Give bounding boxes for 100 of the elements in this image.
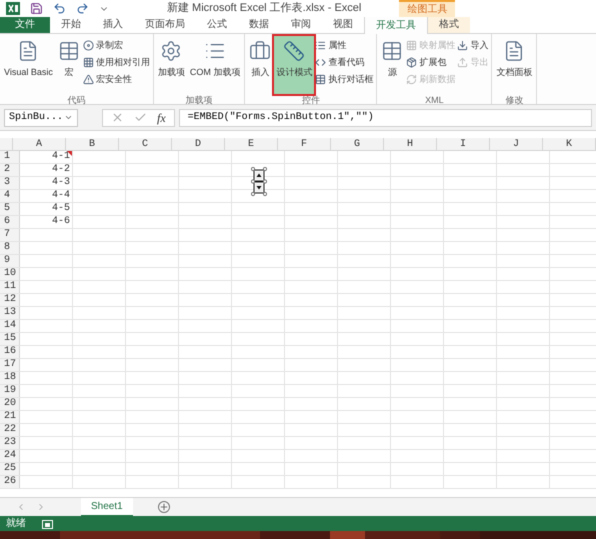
- ribbon-tab[interactable]: 审阅: [280, 16, 322, 33]
- ribbon-tab[interactable]: 公式: [196, 16, 238, 33]
- ribbon-button[interactable]: 设计模式: [274, 36, 314, 94]
- table-cell: 4-4: [52, 190, 70, 201]
- ribbon-tab[interactable]: 文件: [0, 16, 50, 33]
- row-header[interactable]: 6: [0, 216, 20, 228]
- formula-field[interactable]: =EMBED("Forms.SpinButton.1",""): [178, 108, 592, 126]
- column-header[interactable]: C: [119, 138, 172, 150]
- table-cell: 4-5: [52, 203, 70, 214]
- row-header[interactable]: 5: [0, 203, 20, 215]
- macro-record-icon[interactable]: [42, 518, 53, 528]
- ribbon-icon: [406, 74, 418, 85]
- row-header[interactable]: 12: [0, 294, 20, 306]
- ribbon-tab[interactable]: 开始: [50, 16, 92, 33]
- column-header[interactable]: G: [331, 138, 384, 150]
- ribbon-tab[interactable]: 页面布局: [134, 16, 196, 33]
- redo-icon[interactable]: [76, 2, 89, 15]
- row-header[interactable]: 11: [0, 281, 20, 293]
- table-cell: 4-3: [52, 177, 70, 188]
- row-header[interactable]: 23: [0, 437, 20, 449]
- column-header[interactable]: K: [543, 138, 596, 150]
- ribbon-small-button[interactable]: 执行对话框: [315, 72, 374, 87]
- ribbon-tab[interactable]: 数据: [238, 16, 280, 33]
- ribbon-tab[interactable]: 视图: [322, 16, 364, 33]
- name-box[interactable]: SpinBu...: [4, 108, 78, 126]
- row-header[interactable]: 21: [0, 411, 20, 423]
- sheet-tab[interactable]: Sheet1: [81, 498, 133, 516]
- row-header[interactable]: 16: [0, 346, 20, 358]
- ribbon-small-button[interactable]: 宏安全性: [82, 72, 151, 87]
- ribbon-button[interactable]: 宏: [56, 36, 82, 94]
- save-icon[interactable]: [30, 2, 43, 15]
- column-header[interactable]: I: [437, 138, 490, 150]
- column-header[interactable]: F: [278, 138, 331, 150]
- ribbon-button[interactable]: 文档面板: [494, 36, 534, 94]
- ribbon-button[interactable]: 源: [379, 36, 406, 94]
- ribbon-icon: [315, 57, 326, 68]
- ribbon-icon: [82, 57, 94, 68]
- row-header[interactable]: 19: [0, 385, 20, 397]
- row-header[interactable]: 13: [0, 307, 20, 319]
- column-header[interactable]: J: [490, 138, 543, 150]
- ribbon-button[interactable]: 加载项: [156, 36, 187, 94]
- ribbon-icon: [283, 40, 306, 62]
- ribbon-icon: [315, 40, 326, 51]
- undo-icon[interactable]: [53, 2, 66, 15]
- window-title: 新建 Microsoft Excel 工作表.xlsx - Excel: [167, 0, 362, 16]
- dropdown-icon: [64, 113, 73, 122]
- ribbon-icon: [406, 57, 418, 68]
- row-header[interactable]: 24: [0, 450, 20, 462]
- ribbon-icon: [457, 40, 468, 51]
- ribbon-tab[interactable]: 格式: [428, 16, 470, 33]
- ribbon-small-button[interactable]: 录制宏: [82, 38, 151, 53]
- ribbon-icon: [406, 40, 418, 51]
- ribbon-button[interactable]: Visual Basic: [2, 36, 55, 94]
- excel-logo-icon[interactable]: [6, 2, 20, 15]
- ribbon-icon: [249, 40, 272, 62]
- ribbon-tab[interactable]: 开发工具: [364, 16, 428, 34]
- row-header[interactable]: 10: [0, 268, 20, 280]
- ribbon-icon: [160, 40, 182, 62]
- group-label: 代码: [67, 94, 86, 107]
- column-header[interactable]: B: [66, 138, 119, 150]
- ribbon-small-button[interactable]: 属性: [315, 38, 374, 53]
- row-header[interactable]: 4: [0, 190, 20, 202]
- ribbon-icon: [82, 74, 94, 85]
- row-header[interactable]: 25: [0, 463, 20, 475]
- group-label: 控件: [302, 94, 320, 107]
- row-header[interactable]: 1: [0, 151, 20, 163]
- ribbon-icon: [82, 40, 94, 51]
- row-header[interactable]: 7: [0, 229, 20, 241]
- column-header[interactable]: E: [225, 138, 278, 150]
- row-header[interactable]: 9: [0, 255, 20, 267]
- add-sheet-icon[interactable]: [158, 501, 170, 513]
- ribbon-small-button[interactable]: 查看代码: [315, 55, 374, 70]
- column-header[interactable]: H: [384, 138, 437, 150]
- row-header[interactable]: 20: [0, 398, 20, 410]
- status-text: 就绪: [6, 516, 26, 531]
- row-header[interactable]: 17: [0, 359, 20, 371]
- row-header[interactable]: 26: [0, 476, 20, 488]
- row-header[interactable]: 8: [0, 242, 20, 254]
- group-label: 修改: [505, 94, 524, 107]
- table-cell: 4-2: [52, 164, 70, 175]
- row-header[interactable]: 2: [0, 164, 20, 176]
- insert-function-button[interactable]: fx: [157, 108, 166, 126]
- column-header[interactable]: D: [172, 138, 225, 150]
- ribbon-button[interactable]: 插入: [247, 36, 274, 94]
- ribbon-icon: [58, 40, 80, 62]
- ribbon-small-button[interactable]: 导入: [457, 38, 490, 53]
- row-header[interactable]: 14: [0, 320, 20, 332]
- ribbon-icon: [381, 40, 404, 62]
- column-header[interactable]: A: [13, 138, 66, 150]
- row-header[interactable]: 15: [0, 333, 20, 345]
- ribbon-small-button[interactable]: 使用相对引用: [82, 55, 151, 70]
- context-tab-label: 绘图工具: [399, 0, 456, 17]
- row-header[interactable]: 3: [0, 177, 20, 189]
- ribbon-small-button[interactable]: 扩展包: [406, 55, 456, 70]
- row-header[interactable]: 18: [0, 372, 20, 384]
- ribbon-button[interactable]: COM 加载项: [188, 36, 242, 94]
- ribbon-icon: [315, 74, 326, 85]
- ribbon-tab[interactable]: 插入: [92, 16, 134, 33]
- row-header[interactable]: 22: [0, 424, 20, 436]
- spin-button-control[interactable]: [251, 167, 267, 197]
